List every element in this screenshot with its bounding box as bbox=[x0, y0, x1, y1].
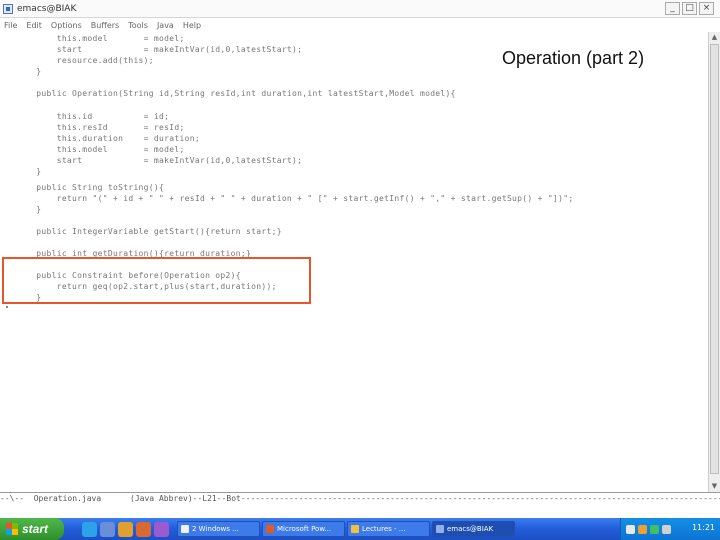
code-line: resource.add(this); bbox=[26, 56, 154, 65]
mode-line: --\-- Operation.java (Java Abbrev)--L21-… bbox=[0, 492, 720, 504]
code-line: start = makeIntVar(id,0,latestStart); bbox=[26, 156, 303, 165]
network-icon[interactable] bbox=[626, 524, 635, 534]
emacs-icon bbox=[3, 3, 13, 14]
minimize-button[interactable]: _ bbox=[665, 2, 680, 15]
code-line: } bbox=[26, 205, 42, 214]
window-icon bbox=[181, 525, 189, 533]
code-line: public IntegerVariable getStart(){return… bbox=[26, 227, 282, 236]
window-title: emacs@BIAK bbox=[17, 3, 77, 14]
menu-file[interactable]: File bbox=[4, 21, 17, 30]
media-icon[interactable] bbox=[154, 521, 169, 537]
maximize-button[interactable]: □ bbox=[682, 2, 697, 15]
menu-tools[interactable]: Tools bbox=[128, 21, 148, 30]
menu-buffers[interactable]: Buffers bbox=[91, 21, 119, 30]
start-button[interactable]: start bbox=[0, 518, 64, 540]
status-icon[interactable] bbox=[650, 524, 659, 534]
taskbar: start 2 Windows ... Microsoft Pow... Lec… bbox=[0, 518, 720, 540]
code-line: } bbox=[26, 167, 42, 176]
code-line: this.resId = resId; bbox=[26, 123, 185, 132]
app-icon[interactable] bbox=[136, 521, 151, 537]
code-line: return "(" + id + " " + resId + " " + du… bbox=[26, 194, 574, 203]
desktop-icon[interactable] bbox=[100, 521, 115, 537]
highlight-box bbox=[2, 257, 311, 304]
close-button[interactable]: × bbox=[699, 2, 714, 15]
emacs-icon bbox=[436, 525, 444, 533]
quick-launch bbox=[82, 521, 169, 537]
windows-logo-icon bbox=[6, 523, 18, 535]
code-line: start = makeIntVar(id,0,latestStart); bbox=[26, 45, 303, 54]
system-tray: 11:21 bbox=[620, 518, 720, 540]
security-icon[interactable] bbox=[638, 524, 647, 534]
menu-bar: File Edit Options Buffers Tools Java Hel… bbox=[0, 18, 720, 32]
scroll-up-icon[interactable]: ▲ bbox=[709, 32, 720, 43]
start-label: start bbox=[22, 522, 49, 536]
echo-area[interactable] bbox=[0, 504, 720, 518]
cursor-dot bbox=[6, 306, 8, 308]
menu-edit[interactable]: Edit bbox=[26, 21, 42, 30]
task-button[interactable]: 2 Windows ... bbox=[177, 521, 260, 537]
task-button[interactable]: Lectures - ... bbox=[347, 521, 430, 537]
task-button[interactable]: Microsoft Pow... bbox=[262, 521, 345, 537]
window-controls: _ □ × bbox=[665, 2, 714, 15]
code-line: public String toString(){ bbox=[26, 183, 165, 192]
code-line: this.duration = duration; bbox=[26, 134, 200, 143]
code-line: this.id = id; bbox=[26, 112, 170, 121]
code-line: this.model = model; bbox=[26, 145, 185, 154]
code-line: } bbox=[26, 67, 42, 76]
powerpoint-icon bbox=[266, 525, 274, 533]
task-buttons: 2 Windows ... Microsoft Pow... Lectures … bbox=[177, 521, 515, 537]
title-bar: emacs@BIAK _ □ × bbox=[0, 0, 720, 18]
menu-help[interactable]: Help bbox=[183, 21, 201, 30]
scroll-thumb[interactable] bbox=[710, 44, 719, 474]
code-line: public Operation(String id,String resId,… bbox=[26, 89, 456, 98]
folder-icon[interactable] bbox=[118, 521, 133, 537]
slide-title: Operation (part 2) bbox=[498, 48, 649, 69]
clock[interactable]: 11:21 bbox=[692, 523, 715, 532]
volume-icon[interactable] bbox=[662, 524, 671, 534]
browser-icon[interactable] bbox=[82, 521, 97, 537]
menu-java[interactable]: Java bbox=[157, 21, 174, 30]
scroll-down-icon[interactable]: ▼ bbox=[709, 481, 720, 492]
vertical-scrollbar[interactable]: ▲ ▼ bbox=[708, 32, 720, 492]
task-button-active[interactable]: emacs@BIAK bbox=[432, 521, 515, 537]
menu-options[interactable]: Options bbox=[51, 21, 82, 30]
code-line: this.model = model; bbox=[26, 34, 185, 43]
folder-icon bbox=[351, 525, 359, 533]
